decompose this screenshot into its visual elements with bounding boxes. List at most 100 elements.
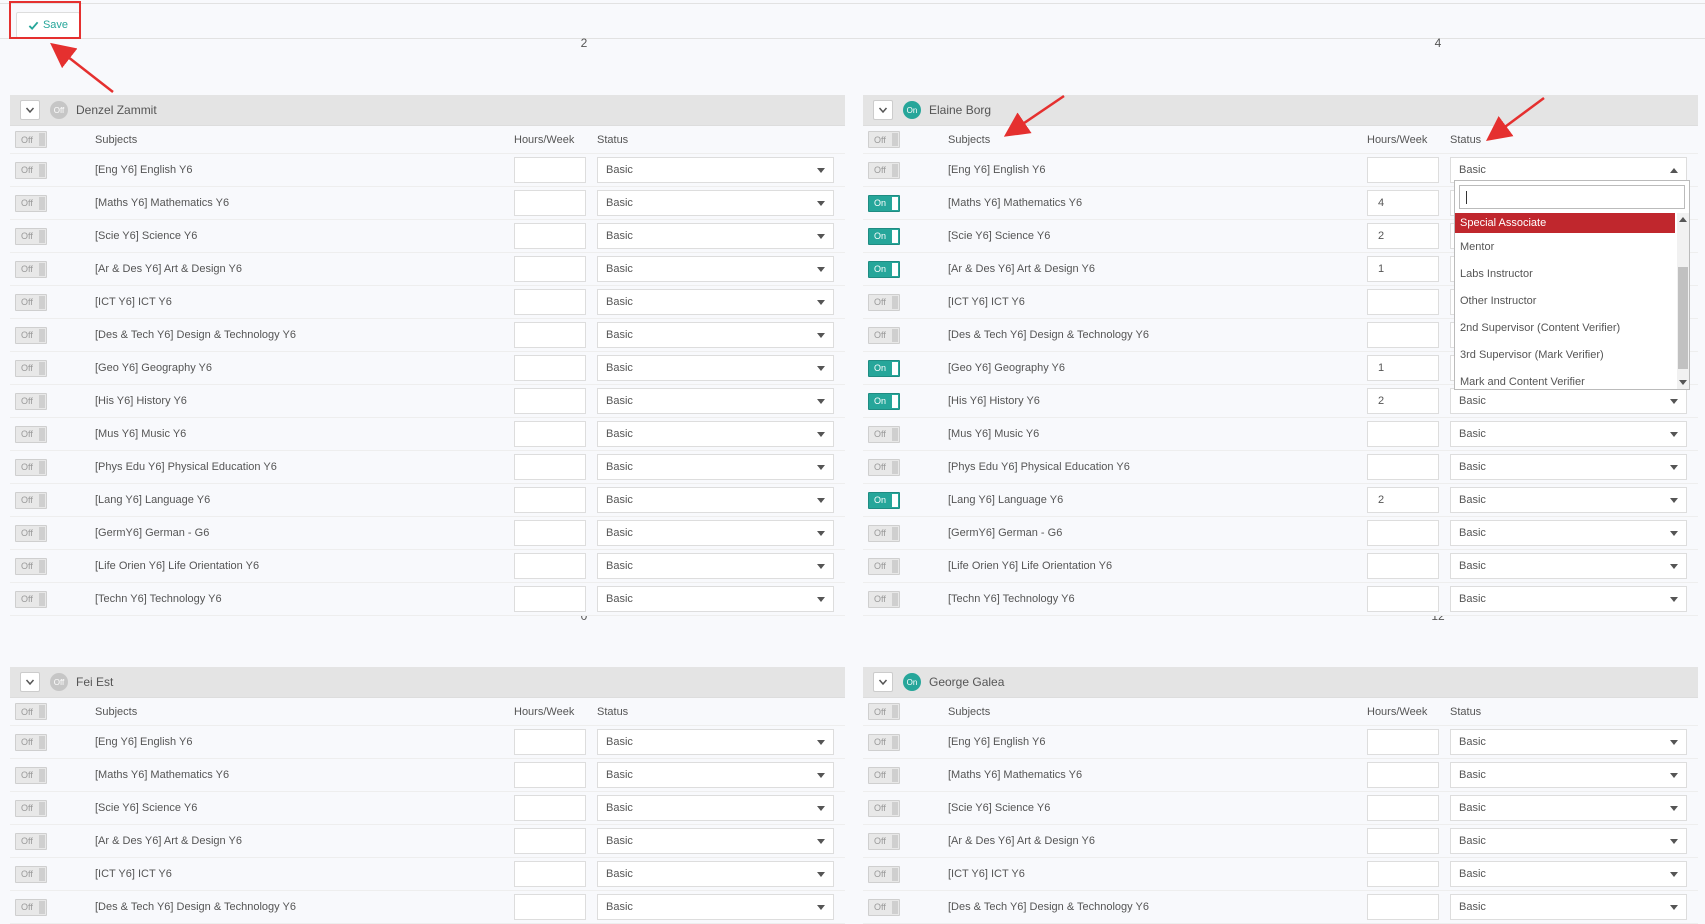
collapse-button[interactable]	[20, 100, 40, 120]
dropdown-option[interactable]: Other Instructor	[1455, 287, 1675, 314]
select-all-toggle[interactable]: Off	[15, 703, 47, 720]
select-all-toggle[interactable]: Off	[15, 131, 47, 148]
collapse-button[interactable]	[873, 100, 893, 120]
hours-per-week-input[interactable]	[1367, 553, 1439, 579]
status-select[interactable]: Basic	[597, 289, 834, 315]
subject-toggle[interactable]: On	[868, 260, 900, 278]
subject-toggle[interactable]: On	[868, 194, 900, 212]
hours-per-week-input[interactable]	[514, 894, 586, 920]
hours-per-week-input[interactable]	[514, 520, 586, 546]
hours-per-week-input[interactable]	[1367, 388, 1439, 414]
subject-toggle[interactable]: Off	[868, 293, 900, 311]
teacher-status-indicator[interactable]: Off	[50, 101, 68, 119]
status-select[interactable]: Basic	[1450, 894, 1687, 920]
hours-per-week-input[interactable]	[514, 828, 586, 854]
status-select[interactable]: Basic	[1450, 421, 1687, 447]
status-dropdown-menu[interactable]: Special Associate Mentor Labs Instructor Ot…	[1454, 180, 1690, 390]
dropdown-search-input[interactable]	[1459, 185, 1685, 209]
status-select[interactable]: Basic	[1450, 795, 1687, 821]
hours-per-week-input[interactable]	[514, 586, 586, 612]
status-select[interactable]: Basic	[1450, 454, 1687, 480]
collapse-button[interactable]	[20, 672, 40, 692]
teacher-status-indicator[interactable]: Off	[50, 673, 68, 691]
subject-toggle[interactable]: Off	[15, 733, 47, 751]
status-select[interactable]: Basic	[597, 729, 834, 755]
subject-toggle[interactable]: Off	[15, 227, 47, 245]
subject-toggle[interactable]: Off	[15, 194, 47, 212]
dropdown-option[interactable]: Mark and Content Verifier	[1455, 368, 1675, 395]
subject-toggle[interactable]: Off	[15, 359, 47, 377]
dropdown-option[interactable]: Labs Instructor	[1455, 260, 1675, 287]
subject-toggle[interactable]: Off	[868, 326, 900, 344]
hours-per-week-input[interactable]	[514, 289, 586, 315]
status-select[interactable]: Basic	[597, 828, 834, 854]
status-select[interactable]: Basic	[597, 894, 834, 920]
hours-per-week-input[interactable]	[514, 553, 586, 579]
subject-toggle[interactable]: On	[868, 491, 900, 509]
status-select[interactable]: Basic	[597, 157, 834, 183]
hours-per-week-input[interactable]	[514, 762, 586, 788]
subject-toggle[interactable]: Off	[15, 491, 47, 509]
subject-toggle[interactable]: On	[868, 392, 900, 410]
subject-toggle[interactable]: Off	[868, 557, 900, 575]
status-select[interactable]: Basic	[597, 487, 834, 513]
subject-toggle[interactable]: Off	[15, 590, 47, 608]
subject-toggle[interactable]: Off	[868, 458, 900, 476]
status-select[interactable]: Basic	[1450, 762, 1687, 788]
hours-per-week-input[interactable]	[514, 157, 586, 183]
select-all-toggle[interactable]: Off	[868, 703, 900, 720]
subject-toggle[interactable]: Off	[15, 392, 47, 410]
hours-per-week-input[interactable]	[1367, 454, 1439, 480]
subject-toggle[interactable]: Off	[15, 425, 47, 443]
hours-per-week-input[interactable]	[514, 190, 586, 216]
subject-toggle[interactable]: Off	[868, 425, 900, 443]
subject-toggle[interactable]: Off	[868, 733, 900, 751]
status-select[interactable]: Basic	[597, 190, 834, 216]
status-select[interactable]: Basic	[1450, 586, 1687, 612]
hours-per-week-input[interactable]	[1367, 421, 1439, 447]
save-button[interactable]: Save	[16, 12, 80, 38]
subject-toggle[interactable]: Off	[868, 161, 900, 179]
hours-per-week-input[interactable]	[1367, 795, 1439, 821]
dropdown-option[interactable]: 3rd Supervisor (Mark Verifier)	[1455, 341, 1675, 368]
hours-per-week-input[interactable]	[514, 355, 586, 381]
subject-toggle[interactable]: Off	[868, 766, 900, 784]
status-select[interactable]: Basic	[1450, 553, 1687, 579]
hours-per-week-input[interactable]	[1367, 861, 1439, 887]
hours-per-week-input[interactable]	[1367, 828, 1439, 854]
hours-per-week-input[interactable]	[1367, 355, 1439, 381]
hours-per-week-input[interactable]	[514, 729, 586, 755]
status-select[interactable]: Basic	[597, 355, 834, 381]
subject-toggle[interactable]: On	[868, 359, 900, 377]
hours-per-week-input[interactable]	[1367, 322, 1439, 348]
collapse-button[interactable]	[873, 672, 893, 692]
hours-per-week-input[interactable]	[514, 421, 586, 447]
hours-per-week-input[interactable]	[514, 861, 586, 887]
subject-toggle[interactable]: Off	[15, 832, 47, 850]
subject-toggle[interactable]: Off	[15, 161, 47, 179]
status-select[interactable]: Basic	[597, 586, 834, 612]
hours-per-week-input[interactable]	[514, 795, 586, 821]
teacher-status-indicator[interactable]: On	[903, 673, 921, 691]
status-select[interactable]: Basic	[597, 795, 834, 821]
hours-per-week-input[interactable]	[1367, 256, 1439, 282]
subject-toggle[interactable]: Off	[15, 799, 47, 817]
hours-per-week-input[interactable]	[1367, 487, 1439, 513]
subject-toggle[interactable]: Off	[868, 832, 900, 850]
status-select[interactable]: Basic	[597, 553, 834, 579]
hours-per-week-input[interactable]	[1367, 894, 1439, 920]
subject-toggle[interactable]: Off	[15, 293, 47, 311]
subject-toggle[interactable]: Off	[868, 865, 900, 883]
hours-per-week-input[interactable]	[1367, 157, 1439, 183]
hours-per-week-input[interactable]	[514, 322, 586, 348]
status-select[interactable]: Basic	[1450, 828, 1687, 854]
status-select[interactable]: Basic	[597, 223, 834, 249]
subject-toggle[interactable]: Off	[15, 898, 47, 916]
hours-per-week-input[interactable]	[514, 223, 586, 249]
status-select[interactable]: Basic	[597, 256, 834, 282]
subject-toggle[interactable]: Off	[15, 524, 47, 542]
subject-toggle[interactable]: Off	[15, 766, 47, 784]
status-select[interactable]: Basic	[1450, 520, 1687, 546]
subject-toggle[interactable]: Off	[15, 326, 47, 344]
hours-per-week-input[interactable]	[1367, 586, 1439, 612]
